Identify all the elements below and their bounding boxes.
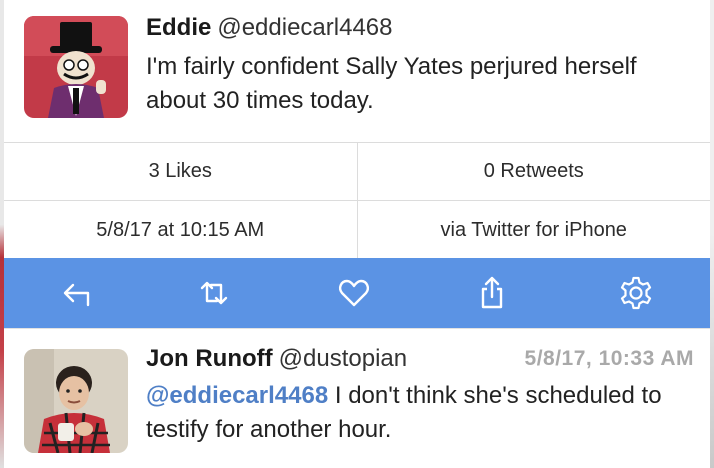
share-button[interactable] [472,273,512,313]
stats-row-engagement: 3 Likes 0 Retweets [4,143,710,201]
avatar[interactable] [24,349,128,453]
author-name[interactable]: Eddie [146,14,211,41]
reply-author[interactable]: Jon Runoff @dustopian [146,345,407,373]
reply-button[interactable] [56,273,96,313]
avatar-image [24,16,128,118]
window-edge-right [710,0,714,468]
author-name[interactable]: Jon Runoff [146,345,273,372]
retweet-icon [200,281,228,305]
reply-timestamp: 5/8/17, 10:33 AM [524,347,694,370]
author-handle[interactable]: @dustopian [279,345,407,372]
reply-icon [63,283,90,307]
action-bar [4,258,710,328]
stats-row-meta: 5/8/17 at 10:15 AM via Twitter for iPhon… [4,201,710,259]
retweet-button[interactable] [194,273,234,313]
reply-text: @eddiecarl4468 I don't think she's sched… [146,379,686,447]
share-icon [481,276,503,309]
tweet-source[interactable]: via Twitter for iPhone [356,201,711,259]
likes-count[interactable]: 3 Likes [4,143,357,200]
mention-link[interactable]: @eddiecarl4468 [146,382,328,409]
retweets-count[interactable]: 0 Retweets [356,143,711,200]
author-handle[interactable]: @eddiecarl4468 [217,14,392,41]
gear-icon [620,276,652,310]
tweet-timestamp: 5/8/17 at 10:15 AM [96,218,265,241]
like-button[interactable] [334,273,374,313]
reply-tweet: Jon Runoff @dustopian 5/8/17, 10:33 AM @e… [4,328,710,468]
avatar-image [24,349,128,453]
main-tweet: Eddie @eddiecarl4468 I'm fairly confident… [4,0,710,142]
tweet-text: I'm fairly confident Sally Yates perjure… [146,53,637,114]
settings-button[interactable] [616,273,656,313]
tweet-stats: 3 Likes 0 Retweets 5/8/17 at 10:15 AM vi… [4,142,710,259]
avatar[interactable] [24,16,128,118]
tweet-author[interactable]: Eddie @eddiecarl4468 [146,14,393,42]
heart-icon [339,279,369,307]
